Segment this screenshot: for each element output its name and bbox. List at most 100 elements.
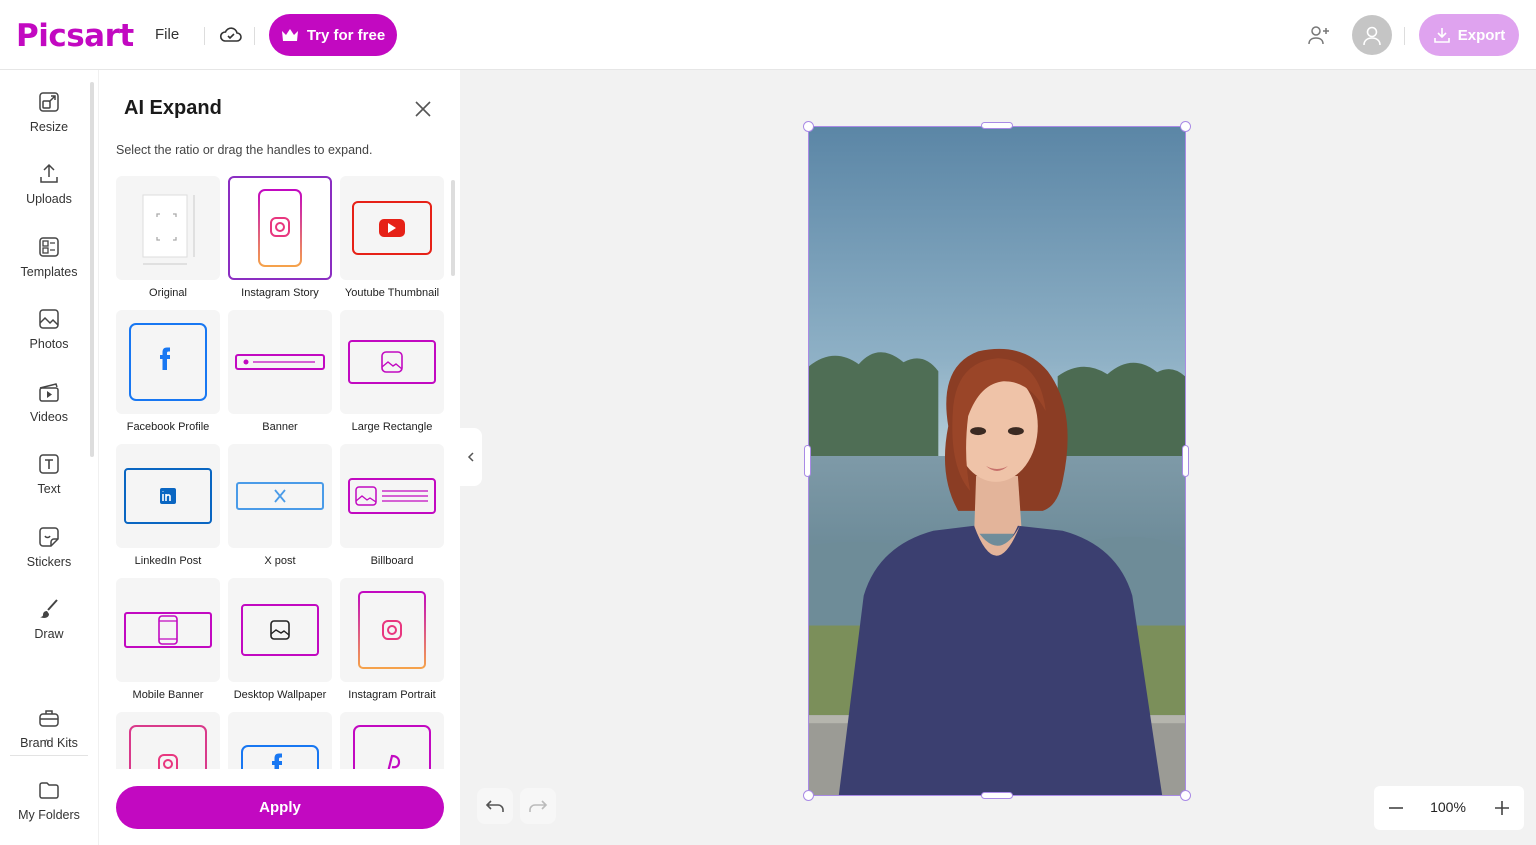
rail-item-templates[interactable]: Templates: [0, 235, 98, 299]
rail-label: My Folders: [18, 808, 80, 822]
ratio-instagram-story[interactable]: Instagram Story: [228, 176, 332, 299]
ratio-banner[interactable]: Banner: [228, 310, 332, 433]
rail-label: Videos: [30, 410, 68, 424]
rail-item-draw[interactable]: Draw: [0, 597, 98, 661]
ratio-label: Large Rectangle: [351, 421, 433, 433]
facebook-icon: [129, 323, 207, 401]
try-for-free-label: Try for free: [306, 26, 386, 44]
rail-label: Stickers: [26, 555, 72, 569]
rail-item-videos[interactable]: Videos: [0, 380, 98, 444]
video-icon: [39, 383, 59, 402]
ratio-facebook-post[interactable]: [228, 712, 332, 769]
download-icon: [1433, 28, 1450, 43]
panel-subtitle: Select the ratio or drag the handles to …: [116, 143, 373, 157]
rail-label: Uploads: [26, 192, 72, 206]
divider: [254, 27, 255, 45]
brush-icon: [40, 599, 58, 618]
ratio-label: Mobile Banner: [132, 689, 204, 701]
ratio-mobile-banner[interactable]: Mobile Banner: [116, 578, 220, 701]
user-avatar[interactable]: [1352, 15, 1392, 55]
edge-handle-bottom[interactable]: [981, 792, 1013, 799]
user-icon: [1363, 26, 1381, 46]
rail-label: Text: [37, 482, 61, 496]
chevron-left-icon: [467, 452, 474, 462]
corner-handle-bottom-right[interactable]: [1180, 790, 1191, 801]
rail-item-photos[interactable]: Photos: [0, 307, 98, 371]
corner-handle-bottom-left[interactable]: [803, 790, 814, 801]
ratio-instagram-post[interactable]: [116, 712, 220, 769]
ratio-label: Instagram Story: [241, 287, 319, 299]
rail-item-uploads[interactable]: Uploads: [0, 162, 98, 226]
ratio-billboard[interactable]: Billboard: [340, 444, 444, 567]
export-label: Export: [1457, 26, 1506, 44]
redo-icon: [529, 800, 548, 812]
ratio-label: Desktop Wallpaper: [233, 689, 327, 701]
resize-icon: [39, 92, 59, 112]
linkedin-icon: [124, 468, 212, 524]
ratio-x-post[interactable]: X post: [228, 444, 332, 567]
folder-icon: [39, 782, 59, 799]
rail-item-brand-kits[interactable]: Brand Kits: [0, 706, 98, 770]
divider: [1404, 27, 1405, 45]
ratio-label: Facebook Profile: [126, 421, 210, 433]
original-icon: [142, 194, 195, 265]
instagram-icon: [129, 725, 207, 769]
ratio-label: Youtube Thumbnail: [344, 287, 440, 299]
zoom-out-icon[interactable]: [1386, 798, 1406, 818]
redo-button[interactable]: [520, 788, 556, 824]
ratio-label: LinkedIn Post: [134, 555, 202, 567]
apply-button[interactable]: Apply: [116, 786, 444, 829]
billboard-icon: [348, 478, 436, 514]
invite-user-icon[interactable]: [1307, 24, 1331, 46]
x-icon: [236, 482, 324, 510]
crown-icon: [281, 29, 298, 41]
left-rail: Resize Uploads Templates Photos Videos T…: [0, 70, 98, 845]
ratio-label: Banner: [262, 421, 298, 433]
rail-item-my-folders[interactable]: My Folders: [0, 778, 98, 842]
picsart-logo[interactable]: Picsart: [16, 18, 134, 54]
facebook-icon: [241, 745, 319, 769]
rail-label: Draw: [34, 627, 64, 641]
ratio-facebook-profile[interactable]: Facebook Profile: [116, 310, 220, 433]
collapse-panel-button[interactable]: [460, 428, 482, 486]
edge-handle-left[interactable]: [804, 445, 811, 477]
ratio-desktop-wallpaper[interactable]: Desktop Wallpaper: [228, 578, 332, 701]
top-bar: Picsart File Try for free Export: [0, 0, 1536, 70]
corner-handle-top-left[interactable]: [803, 121, 814, 132]
ratio-original[interactable]: Original: [116, 176, 220, 299]
file-menu-button[interactable]: File: [155, 26, 179, 43]
undo-icon: [485, 800, 504, 812]
edge-handle-right[interactable]: [1182, 445, 1189, 477]
divider: [204, 27, 205, 45]
canvas-image[interactable]: [808, 126, 1186, 796]
youtube-icon: [352, 201, 432, 255]
export-button[interactable]: Export: [1419, 14, 1519, 56]
undo-button[interactable]: [477, 788, 513, 824]
close-icon[interactable]: [413, 99, 433, 119]
ratio-instagram-portrait[interactable]: Instagram Portrait: [340, 578, 444, 701]
rail-item-text[interactable]: Text: [0, 452, 98, 516]
ratio-linkedin-post[interactable]: LinkedIn Post: [116, 444, 220, 567]
panel-scrollbar[interactable]: [451, 180, 455, 276]
corner-handle-top-right[interactable]: [1180, 121, 1191, 132]
zoom-level[interactable]: 100%: [1419, 799, 1477, 815]
rail-item-resize[interactable]: Resize: [0, 90, 98, 154]
rail-label: Photos: [29, 337, 69, 351]
ratio-pinterest[interactable]: [340, 712, 444, 769]
text-icon: [39, 454, 59, 474]
try-for-free-button[interactable]: Try for free: [269, 14, 397, 56]
sticker-icon: [39, 527, 59, 547]
cloud-save-icon[interactable]: [219, 24, 243, 46]
zoom-in-icon[interactable]: [1492, 798, 1512, 818]
photo-icon: [39, 309, 59, 329]
edge-handle-top[interactable]: [981, 122, 1013, 129]
ratio-large-rectangle[interactable]: Large Rectangle: [340, 310, 444, 433]
ratio-youtube-thumbnail[interactable]: Youtube Thumbnail: [340, 176, 444, 299]
rail-label: Resize: [29, 120, 69, 134]
pinterest-icon: [353, 725, 431, 769]
rail-item-stickers[interactable]: Stickers: [0, 525, 98, 589]
panel-title: AI Expand: [124, 97, 222, 119]
zoom-control: 100%: [1374, 786, 1524, 830]
ratio-label: X post: [264, 555, 296, 567]
upload-icon: [40, 163, 58, 183]
